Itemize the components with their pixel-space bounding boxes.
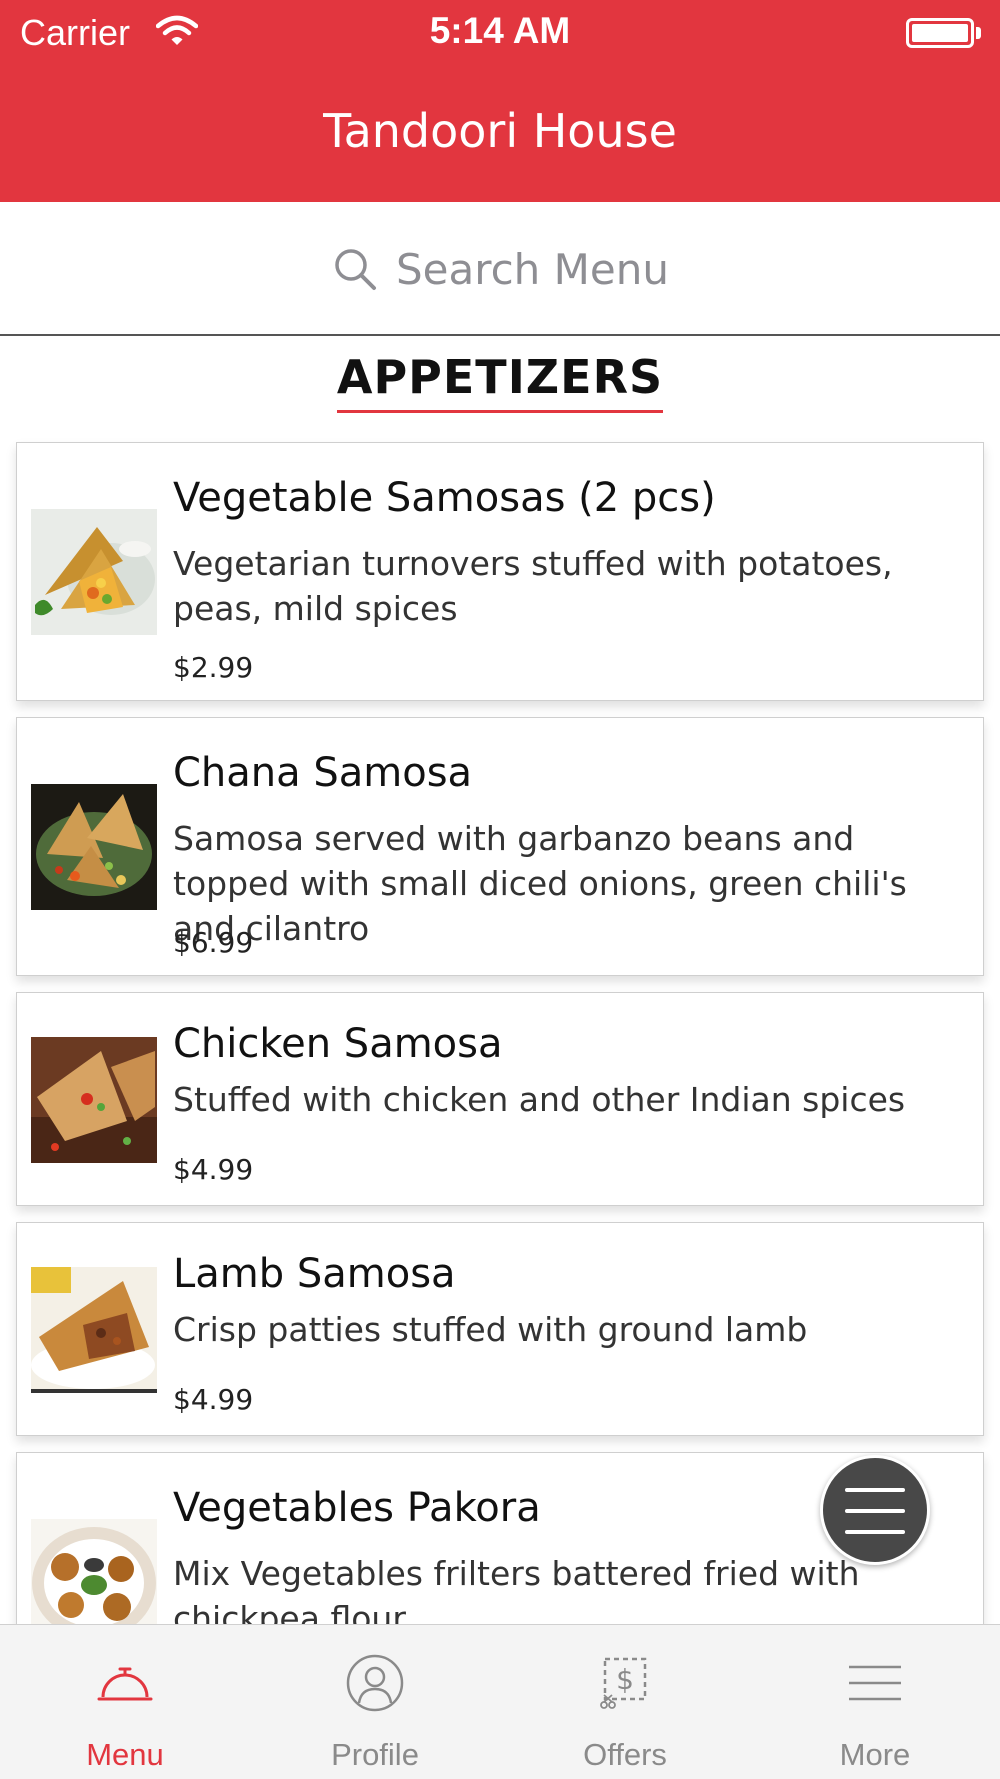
item-price: $6.99 xyxy=(173,926,254,959)
tab-label: More xyxy=(839,1737,911,1772)
item-description: Vegetarian turnovers stuffed with potato… xyxy=(173,544,893,628)
item-name: Vegetable Samosas (2 pcs) xyxy=(173,475,716,521)
vegetable-samosa-photo xyxy=(31,509,157,635)
cloche-icon xyxy=(97,1667,153,1701)
menu-item-card[interactable]: Chicken Samosa Stuffed with chicken and … xyxy=(16,992,984,1206)
item-price: $2.99 xyxy=(173,651,254,684)
tab-more[interactable]: More xyxy=(750,1625,1000,1779)
item-price: $4.99 xyxy=(173,1383,254,1416)
tab-label: Menu xyxy=(86,1737,164,1772)
svg-text:$: $ xyxy=(616,1663,634,1696)
item-description: Samosa served with garbanzo beans and to… xyxy=(173,819,907,948)
tab-label: Profile xyxy=(331,1737,419,1772)
category-title: APPETIZERS xyxy=(336,350,664,413)
tab-menu[interactable]: Menu xyxy=(0,1625,250,1779)
item-name: Chana Samosa xyxy=(173,750,473,796)
profile-icon xyxy=(346,1654,404,1712)
search-icon xyxy=(335,249,376,290)
menu-item-card[interactable]: Vegetable Samosas (2 pcs) Vegetarian tur… xyxy=(16,442,984,701)
floating-menu-button[interactable] xyxy=(820,1455,930,1565)
status-time: 5:14 AM xyxy=(429,10,571,51)
lamb-samosa-photo xyxy=(31,1267,157,1393)
item-name: Chicken Samosa xyxy=(173,1021,503,1067)
item-price: $4.99 xyxy=(173,1153,254,1186)
bottom-tab-bar: Menu Profile $ Offers More xyxy=(0,1624,1000,1779)
more-lines-icon xyxy=(849,1665,901,1701)
category-header: APPETIZERS xyxy=(0,350,1000,413)
page-title: Tandoori House xyxy=(323,104,677,158)
item-name: Lamb Samosa xyxy=(173,1251,456,1297)
status-bar: Carrier 5:14 AM xyxy=(0,0,1000,68)
tab-offers[interactable]: $ Offers xyxy=(500,1625,750,1779)
chicken-samosa-photo xyxy=(31,1037,157,1163)
item-description: Stuffed with chicken and other Indian sp… xyxy=(173,1080,906,1119)
coupon-icon: $ xyxy=(600,1657,647,1709)
menu-item-card[interactable]: Chana Samosa Samosa served with garbanzo… xyxy=(16,717,984,976)
battery-tip xyxy=(976,27,981,39)
battery-icon xyxy=(906,18,974,48)
search-input[interactable] xyxy=(396,240,816,298)
app-header: Carrier 5:14 AM Tandoori House xyxy=(0,0,1000,202)
chana-samosa-photo xyxy=(31,784,157,910)
item-description: Crisp patties stuffed with ground lamb xyxy=(173,1310,808,1349)
tab-label: Offers xyxy=(583,1737,667,1772)
tab-profile[interactable]: Profile xyxy=(250,1625,500,1779)
menu-item-card[interactable]: Lamb Samosa Crisp patties stuffed with g… xyxy=(16,1222,984,1436)
